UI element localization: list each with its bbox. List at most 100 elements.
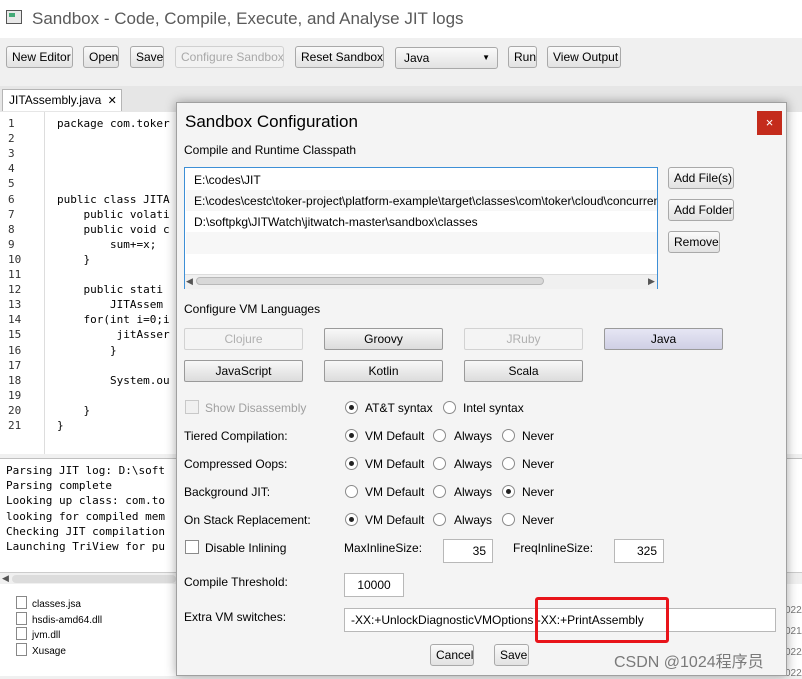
chevron-down-icon: ▼ (482, 53, 490, 62)
compile-threshold-field[interactable]: 10000 (344, 573, 404, 597)
lang-javascript-button[interactable]: JavaScript (184, 360, 303, 382)
lang-java-button[interactable]: Java (604, 328, 723, 350)
line-number: 10 (8, 252, 22, 266)
view-output-button[interactable]: View Output (547, 46, 621, 68)
line-number: 12 (8, 283, 22, 297)
lang-clojure-button[interactable]: Clojure (184, 328, 303, 350)
file-item[interactable]: Xusage (16, 642, 66, 657)
always-radio[interactable] (433, 513, 446, 526)
scroll-right-icon[interactable]: ▶ (648, 276, 655, 287)
never-radio[interactable] (502, 485, 515, 498)
always-radio[interactable] (433, 457, 446, 470)
vm-languages-label: Configure VM Languages (184, 302, 321, 316)
configure-sandbox-button[interactable]: Configure Sandbox (175, 46, 284, 68)
att-syntax-label: AT&T syntax (365, 401, 433, 415)
code-line: public class JITA (57, 192, 170, 206)
vm-default-radio[interactable] (345, 429, 358, 442)
add-files-button[interactable]: Add File(s) (668, 167, 734, 189)
always-radio[interactable] (433, 485, 446, 498)
vm-default-radio[interactable] (345, 457, 358, 470)
classpath-empty-row (186, 232, 657, 254)
code-line: System.ou (57, 373, 170, 387)
editor-tab[interactable]: JITAssembly.java ✕ (2, 89, 122, 111)
line-number: 6 (8, 192, 15, 206)
language-select[interactable]: Java ▼ (395, 47, 498, 69)
freq-inline-size-field[interactable]: 325 (614, 539, 664, 563)
dialog-close-button[interactable]: × (757, 111, 782, 135)
vm-option-label: Tiered Compilation: (184, 429, 288, 443)
code-line: for(int i=0;i (57, 313, 170, 327)
always-radio[interactable] (433, 429, 446, 442)
vm-default-label: VM Default (365, 485, 425, 499)
code-line: jitAsser (57, 328, 170, 342)
lang-groovy-button[interactable]: Groovy (324, 328, 443, 350)
line-number: 11 (8, 268, 22, 281)
new-editor-button[interactable]: New Editor (6, 46, 73, 68)
line-number: 8 (8, 222, 15, 236)
reset-sandbox-button[interactable]: Reset Sandbox (295, 46, 384, 68)
main-scroll-thumb[interactable] (12, 575, 176, 583)
vm-default-radio[interactable] (345, 485, 358, 498)
classpath-item[interactable]: E:\codes\JIT (186, 169, 657, 190)
classpath-item[interactable]: D:\softpkg\JITWatch\jitwatch-master\sand… (186, 211, 657, 232)
line-number: 4 (8, 162, 15, 176)
always-label: Always (454, 457, 493, 471)
line-number: 15 (8, 328, 22, 342)
disable-inlining-checkbox[interactable] (185, 540, 199, 554)
save-button[interactable]: Save (494, 644, 529, 666)
max-inline-size-label: MaxInlineSize: (344, 541, 423, 555)
cancel-button[interactable]: Cancel (430, 644, 474, 666)
code-line: public stati (57, 283, 163, 297)
code-line: package com.toker (57, 117, 170, 130)
classpath-list[interactable]: E:\codes\JIT E:\codes\cestc\toker-projec… (184, 167, 658, 289)
compile-threshold-label: Compile Threshold: (184, 575, 288, 589)
intel-syntax-radio[interactable] (443, 401, 456, 414)
log-line: Parsing JIT log: D:\soft (6, 464, 165, 477)
remove-button[interactable]: Remove (668, 231, 720, 253)
close-tab-icon[interactable]: ✕ (108, 95, 117, 107)
file-icon (16, 627, 27, 640)
vm-default-radio[interactable] (345, 513, 358, 526)
disable-inlining-label: Disable Inlining (205, 541, 287, 555)
line-number: 3 (8, 147, 15, 161)
vm-default-label: VM Default (365, 513, 425, 527)
scroll-left-icon[interactable]: ◀ (186, 276, 193, 287)
att-syntax-radio[interactable] (345, 401, 358, 414)
editor-tab-label: JITAssembly.java (9, 93, 102, 107)
show-disassembly-checkbox[interactable] (185, 400, 199, 414)
file-date: 022/ (785, 668, 802, 679)
file-date: 022/ (785, 647, 802, 658)
classpath-item[interactable]: E:\codes\cestc\toker-project\platform-ex… (186, 190, 657, 211)
file-name: Xusage (32, 645, 66, 657)
file-item[interactable]: hsdis-amd64.dll (16, 611, 102, 626)
lang-jruby-button[interactable]: JRuby (464, 328, 583, 350)
lang-scala-button[interactable]: Scala (464, 360, 583, 382)
file-name: classes.jsa (32, 599, 81, 610)
dialog-title: Sandbox Configuration (185, 112, 358, 131)
always-label: Always (454, 429, 493, 443)
file-date: 021/ (785, 626, 802, 637)
never-label: Never (522, 429, 555, 443)
run-button[interactable]: Run (508, 46, 537, 68)
never-radio[interactable] (502, 513, 515, 526)
open-button[interactable]: Open (83, 46, 119, 68)
code-line: public volati (57, 207, 170, 221)
classpath-scroll-thumb[interactable] (196, 277, 544, 285)
code-line: } (57, 343, 117, 357)
file-item[interactable]: jvm.dll (16, 627, 60, 641)
line-number: 13 (8, 298, 22, 312)
never-radio[interactable] (502, 429, 515, 442)
file-item[interactable]: classes.jsa (16, 596, 81, 610)
file-icon (16, 611, 27, 625)
file-icon (16, 596, 27, 609)
save-toolbar-button[interactable]: Save (130, 46, 164, 68)
max-inline-size-field[interactable]: 35 (443, 539, 493, 563)
scroll-left-icon[interactable]: ◀ (2, 573, 9, 584)
add-folder-button[interactable]: Add Folder (668, 199, 734, 221)
line-number: 9 (8, 237, 15, 251)
lang-kotlin-button[interactable]: Kotlin (324, 360, 443, 382)
window-title: Sandbox - Code, Compile, Execute, and An… (32, 9, 464, 28)
never-label: Never (522, 457, 555, 471)
never-radio[interactable] (502, 457, 515, 470)
always-label: Always (454, 485, 493, 499)
